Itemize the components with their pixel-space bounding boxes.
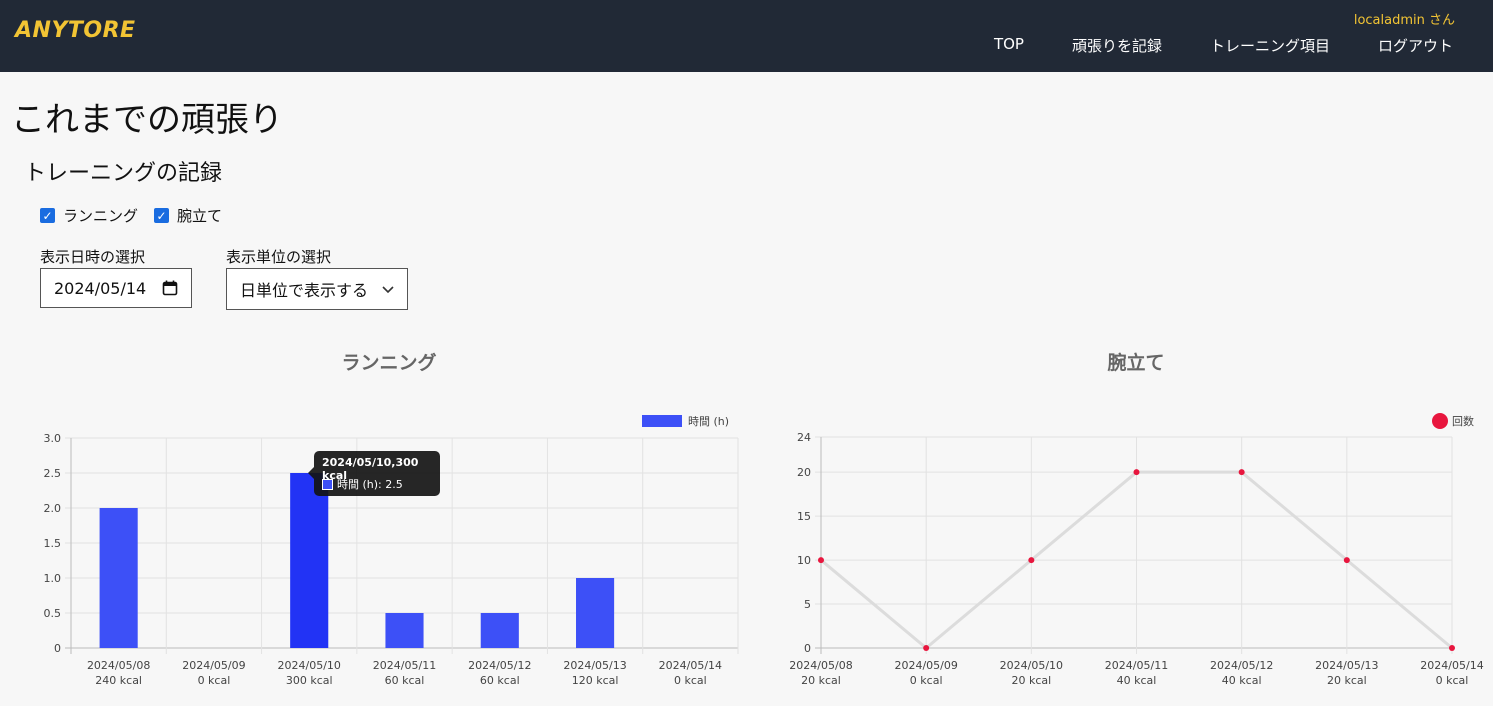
bar (385, 613, 424, 648)
x-tick-label: 2024/05/11 (1105, 659, 1168, 672)
x-tick-label: 2024/05/14 (1420, 659, 1483, 672)
x-tick-sublabel: 0 kcal (198, 674, 231, 687)
x-tick-sublabel: 40 kcal (1222, 674, 1262, 687)
checkbox-label: 腕立て (177, 207, 223, 225)
unit-value: 日単位で表示する (240, 281, 369, 300)
data-point (818, 557, 824, 564)
unit-select[interactable]: 日単位で表示する (226, 268, 408, 310)
series-line (820, 470, 1453, 650)
checkbox-pushup[interactable]: ✓ 腕立て (154, 205, 222, 226)
checkbox-running[interactable]: ✓ ランニング (40, 205, 138, 226)
x-tick-label: 2024/05/12 (468, 659, 531, 672)
training-checkboxes: ✓ ランニング ✓ 腕立て (40, 205, 222, 226)
data-point (1449, 645, 1455, 651)
x-tick-label: 2024/05/10 (278, 659, 341, 672)
legend-label: 時間 (h) (688, 415, 729, 428)
nav-menu: TOP 頑張りを記録 トレーニング項目 ログアウト (994, 35, 1453, 56)
y-tick-label: 24 (797, 431, 811, 444)
x-tick-label: 2024/05/09 (894, 659, 957, 672)
x-tick-sublabel: 20 kcal (1327, 674, 1367, 687)
data-point (1343, 557, 1350, 564)
tooltip-value: 時間 (h): 2.5 (337, 478, 403, 491)
date-value: 2024/05/14 (54, 278, 147, 298)
x-tick-sublabel: 60 kcal (385, 674, 425, 687)
y-tick-label: 5 (804, 598, 811, 611)
tooltip-body: 時間 (h): 2.5 (322, 476, 403, 492)
brand-logo[interactable]: ANYTORE (15, 18, 136, 43)
date-label: 表示日時の選択 (40, 248, 146, 266)
page-title: これまでの頑張り (11, 100, 283, 140)
y-tick-label: 1.5 (44, 537, 62, 550)
y-tick-label: 0.5 (44, 607, 62, 620)
x-tick-sublabel: 20 kcal (801, 674, 841, 687)
legend-label: 回数 (1452, 415, 1474, 428)
x-tick-sublabel: 0 kcal (910, 674, 943, 687)
calendar-icon[interactable] (162, 280, 178, 296)
nav-training-items[interactable]: トレーニング項目 (1210, 35, 1330, 56)
x-tick-sublabel: 240 kcal (95, 674, 142, 687)
navbar: ANYTORE localadmin さん TOP 頑張りを記録 トレーニング項… (0, 0, 1493, 72)
y-tick-label: 1.0 (44, 572, 62, 585)
checkbox-checked-icon[interactable]: ✓ (154, 208, 170, 223)
x-tick-label: 2024/05/08 (87, 659, 150, 672)
chevron-down-icon (382, 286, 394, 294)
bar (99, 508, 138, 648)
legend-swatch (642, 415, 682, 427)
x-tick-sublabel: 20 kcal (1011, 674, 1051, 687)
x-tick-label: 2024/05/08 (789, 659, 852, 672)
bar (290, 473, 329, 648)
data-point (1238, 469, 1245, 476)
tooltip-swatch (322, 478, 333, 490)
x-tick-sublabel: 60 kcal (480, 674, 520, 687)
bar (576, 578, 615, 648)
section-title: トレーニングの記録 (24, 161, 223, 186)
date-input[interactable]: 2024/05/14 (40, 268, 192, 308)
x-tick-label: 2024/05/12 (1210, 659, 1273, 672)
nav-record[interactable]: 頑張りを記録 (1072, 35, 1162, 56)
chart-tooltip: 2024/05/10,300 kcal 時間 (h): 2.5 (308, 451, 440, 496)
chart-title: 腕立て (1106, 351, 1164, 374)
nav-top[interactable]: TOP (994, 35, 1024, 56)
data-point (1028, 557, 1035, 564)
x-tick-sublabel: 40 kcal (1117, 674, 1157, 687)
legend-swatch (1432, 413, 1448, 429)
y-tick-label: 2.5 (44, 467, 62, 480)
x-tick-sublabel: 0 kcal (1436, 674, 1469, 687)
nav-logout[interactable]: ログアウト (1378, 35, 1453, 56)
y-tick-label: 20 (797, 466, 811, 479)
bar (480, 613, 519, 648)
checkbox-checked-icon[interactable]: ✓ (40, 208, 55, 223)
unit-label: 表示単位の選択 (226, 248, 332, 266)
y-tick-label: 3.0 (44, 432, 62, 445)
y-tick-label: 0 (804, 642, 811, 655)
x-tick-label: 2024/05/13 (1315, 659, 1378, 672)
checkbox-label: ランニング (63, 207, 139, 225)
y-tick-label: 0 (54, 642, 61, 655)
x-tick-label: 2024/05/14 (659, 659, 722, 672)
data-point (923, 645, 930, 651)
user-name: localadmin さん (1353, 13, 1455, 28)
y-tick-label: 15 (797, 510, 811, 523)
x-tick-label: 2024/05/11 (373, 659, 436, 672)
x-tick-label: 2024/05/09 (182, 659, 245, 672)
x-tick-sublabel: 120 kcal (572, 674, 619, 687)
x-tick-label: 2024/05/10 (1000, 659, 1063, 672)
y-tick-label: 10 (797, 554, 811, 567)
tooltip-arrow (308, 467, 314, 479)
x-tick-label: 2024/05/13 (563, 659, 626, 672)
x-tick-sublabel: 300 kcal (286, 674, 333, 687)
y-tick-label: 2.0 (44, 502, 62, 515)
chart-title: ランニング (341, 351, 436, 374)
data-point (1133, 469, 1140, 476)
x-tick-sublabel: 0 kcal (674, 674, 707, 687)
